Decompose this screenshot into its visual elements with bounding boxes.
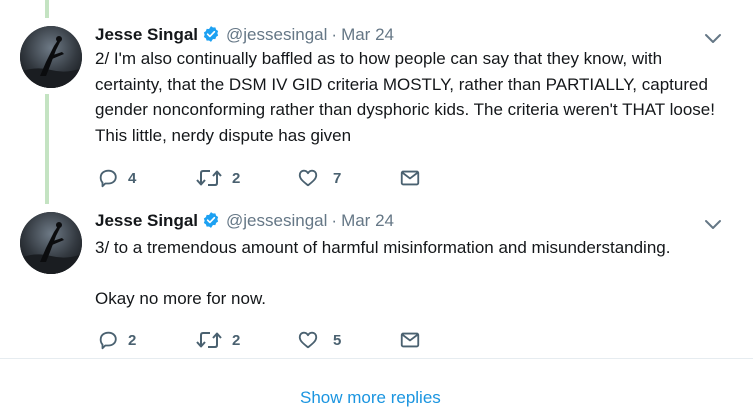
author-handle[interactable]: @jessesingal — [226, 211, 327, 230]
divider — [0, 358, 753, 359]
verified-badge-icon — [202, 211, 220, 235]
like-button[interactable]: 5 — [297, 328, 341, 352]
author-name[interactable]: Jesse Singal — [95, 211, 198, 230]
direct-message-button[interactable] — [399, 328, 421, 352]
reply-button[interactable]: 4 — [97, 166, 136, 190]
tweet-header: Jesse Singal @jessesingal · Mar 24 — [95, 210, 394, 232]
tweet-date[interactable]: Mar 24 — [341, 211, 394, 230]
retweet-button[interactable]: 2 — [195, 328, 240, 352]
avatar[interactable] — [20, 212, 82, 274]
chevron-down-icon[interactable] — [703, 217, 723, 231]
tweet-actions: 4 2 7 — [95, 166, 435, 190]
reply-icon — [99, 169, 117, 188]
author-name[interactable]: Jesse Singal — [95, 25, 198, 44]
retweet-icon — [196, 170, 222, 186]
like-count: 5 — [333, 331, 342, 349]
chevron-down-icon[interactable] — [703, 31, 723, 45]
tweet-date[interactable]: Mar 24 — [341, 25, 394, 44]
like-count: 7 — [333, 169, 342, 187]
retweet-button[interactable]: 2 — [195, 166, 240, 190]
like-icon — [298, 169, 318, 187]
show-more-replies-link[interactable]: Show more replies — [300, 388, 441, 408]
reply-count: 4 — [128, 169, 137, 187]
separator: · — [331, 211, 338, 230]
direct-message-icon — [400, 332, 420, 348]
tweet-actions: 2 2 5 — [95, 328, 435, 352]
like-icon — [298, 331, 318, 349]
direct-message-icon — [400, 170, 420, 186]
reply-count: 2 — [128, 331, 137, 349]
tweet-header: Jesse Singal @jessesingal · Mar 24 — [95, 24, 394, 46]
author-handle[interactable]: @jessesingal — [226, 25, 327, 44]
retweet-icon — [196, 332, 222, 348]
retweet-count: 2 — [232, 331, 241, 349]
tweet-1[interactable]: Jesse Singal @jessesingal · Mar 24 2/ I'm a… — [0, 24, 753, 204]
avatar[interactable] — [20, 26, 82, 88]
retweet-count: 2 — [232, 169, 241, 187]
reply-button[interactable]: 2 — [97, 328, 136, 352]
tweet-2[interactable]: Jesse Singal @jessesingal · Mar 24 3/ to a … — [0, 210, 753, 360]
separator: · — [331, 25, 338, 44]
like-button[interactable]: 7 — [297, 166, 341, 190]
reply-icon — [99, 331, 117, 350]
tweet-text: 2/ I'm also continually baffled as to ho… — [95, 49, 715, 145]
tweet-text: 3/ to a tremendous amount of harmful mis… — [95, 238, 671, 308]
direct-message-button[interactable] — [399, 166, 421, 190]
thread-line-top — [45, 0, 49, 18]
